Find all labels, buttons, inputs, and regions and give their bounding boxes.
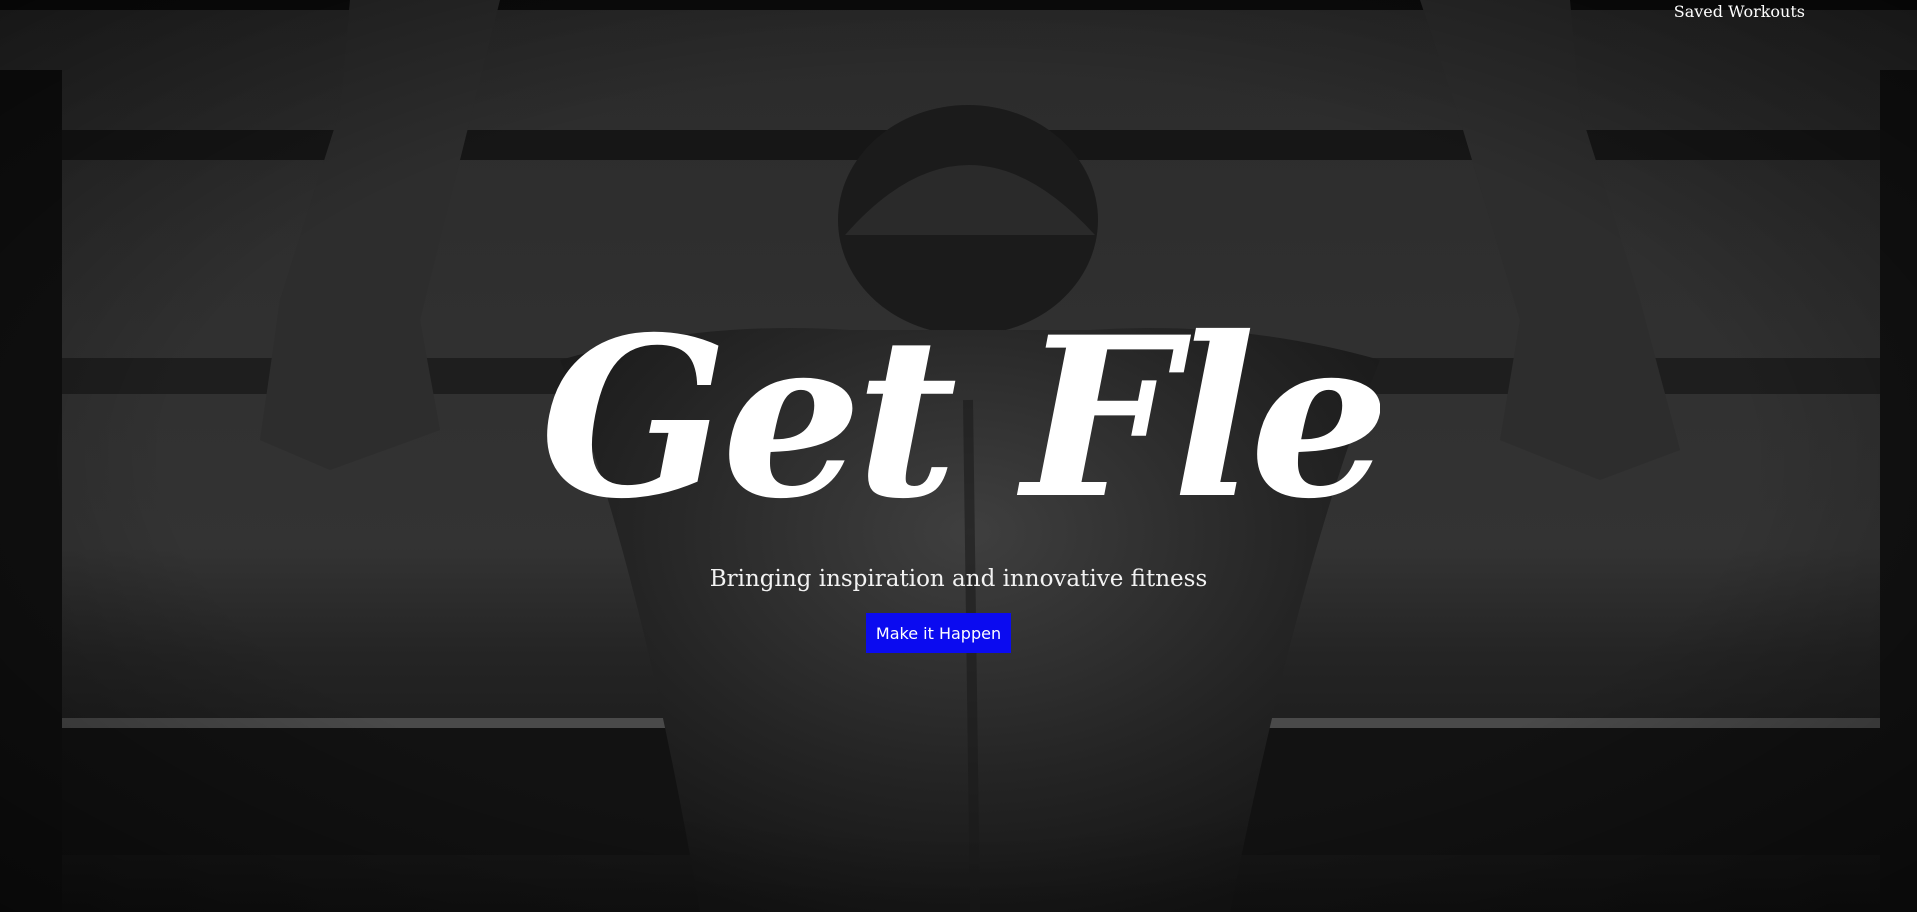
- hero-section: Saved Workouts Get Flexed Bringing inspi…: [0, 0, 1917, 912]
- nav-saved-workouts-link[interactable]: Saved Workouts: [1674, 2, 1805, 21]
- hero-tagline: Bringing inspiration and innovative fitn…: [709, 566, 1208, 592]
- hero-title: Get Flexed: [540, 288, 1380, 545]
- hero-title-text: Get Flexed: [540, 288, 1380, 545]
- make-it-happen-button[interactable]: Make it Happen: [866, 613, 1011, 653]
